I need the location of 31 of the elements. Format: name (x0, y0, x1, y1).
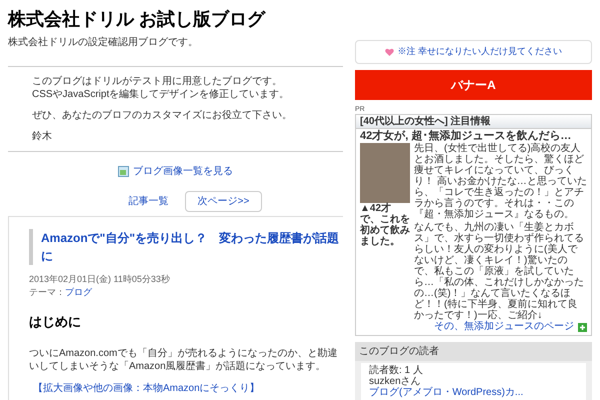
blog-subtitle: 株式会社ドリルの設定確認用ブログです。 (8, 36, 199, 50)
ad-title[interactable]: 42才女が, 超･無添加ジュースを飲んだら… (360, 129, 587, 143)
signature: 鈴木 (32, 130, 53, 142)
ad-header: [40代以上の女性へ] 注目情報 (356, 115, 591, 129)
reader-blog-link[interactable]: ブログ(アメブロ・WordPress)カ... (369, 387, 578, 398)
article-title[interactable]: Amazonで"自分"を売り出し？ 変わった履歴書が話題に (29, 228, 343, 264)
ad-text: 先日、(女性で出世してる)高校の友人とお酒しました。そしたら、驚くほど痩せてキレイになっていて、びっくり！ 高いお金かけたな…と思っていたら、「コレで生き返ったの！」とアチラから言うのです。それは・・この『超・無添加ジュース』なるもの。 (414, 143, 587, 220)
readers-title: このブログの読者 (355, 342, 592, 361)
intro-text: このブログはドリルがテスト用に用意したブログです。 CSSやJavaScriptを編集してデザインを修正しています。 (32, 74, 290, 100)
heart-icon (384, 48, 394, 56)
intro-text: ぜひ、あなたのブロフのカスタマイズにお役立て下さい。 (32, 108, 293, 122)
theme-label: テーマ： (29, 286, 65, 299)
post-date: 2013年02月01日(金) 11時05分33秒 (29, 272, 171, 286)
banner[interactable]: バナーA (355, 70, 592, 100)
ad-text: なんでも、九州の凄い「生姜とカボス」で、水すら一切使わず作られてるらしい！友人の変わりように(美人でないけど、凄くキレイ！)驚いたので、私もこの「原液」を試していたら…「私の体、これだけしかなかったの…(笑)！」なんて言いたくなるほど！！(特に下半身、夏前に知れて良かったです！)一応、ご紹介↓ (414, 222, 585, 321)
article-text: ついにAmazon.comでも「自分」が売れるようになったのか、と勘違いしてしまいそうな「Amazon風履歴書」が話題になっています。 (29, 347, 338, 373)
image-gallery-icon (118, 166, 129, 176)
section-heading: はじめに (29, 312, 82, 330)
theme-link[interactable]: ブログ (65, 286, 92, 300)
next-page-button[interactable]: 次ページ>> (184, 190, 262, 212)
image-list-link[interactable]: ブログ画像一覧を見る (133, 164, 233, 178)
reader-name: suzkenさん (369, 376, 422, 387)
article-list-link[interactable]: 記事一覧 (128, 194, 169, 208)
plus-icon (578, 322, 587, 332)
notice-link[interactable]: ※注 幸せになりたい人だけ見てください (355, 40, 592, 64)
reader-count: 読者数: 1 人 (369, 365, 424, 376)
blog-title[interactable]: 株式会社ドリル お試し版ブログ (8, 8, 343, 30)
photo-caption: ▲42才で、これを初めて飲みました。 (360, 203, 410, 247)
image-link[interactable]: 【拡大画像や他の画像：本物Amazonにそっくり】 (33, 381, 343, 396)
ad-link[interactable]: その、無添加ジュースのページ (434, 321, 574, 333)
photo-placeholder (360, 143, 410, 203)
